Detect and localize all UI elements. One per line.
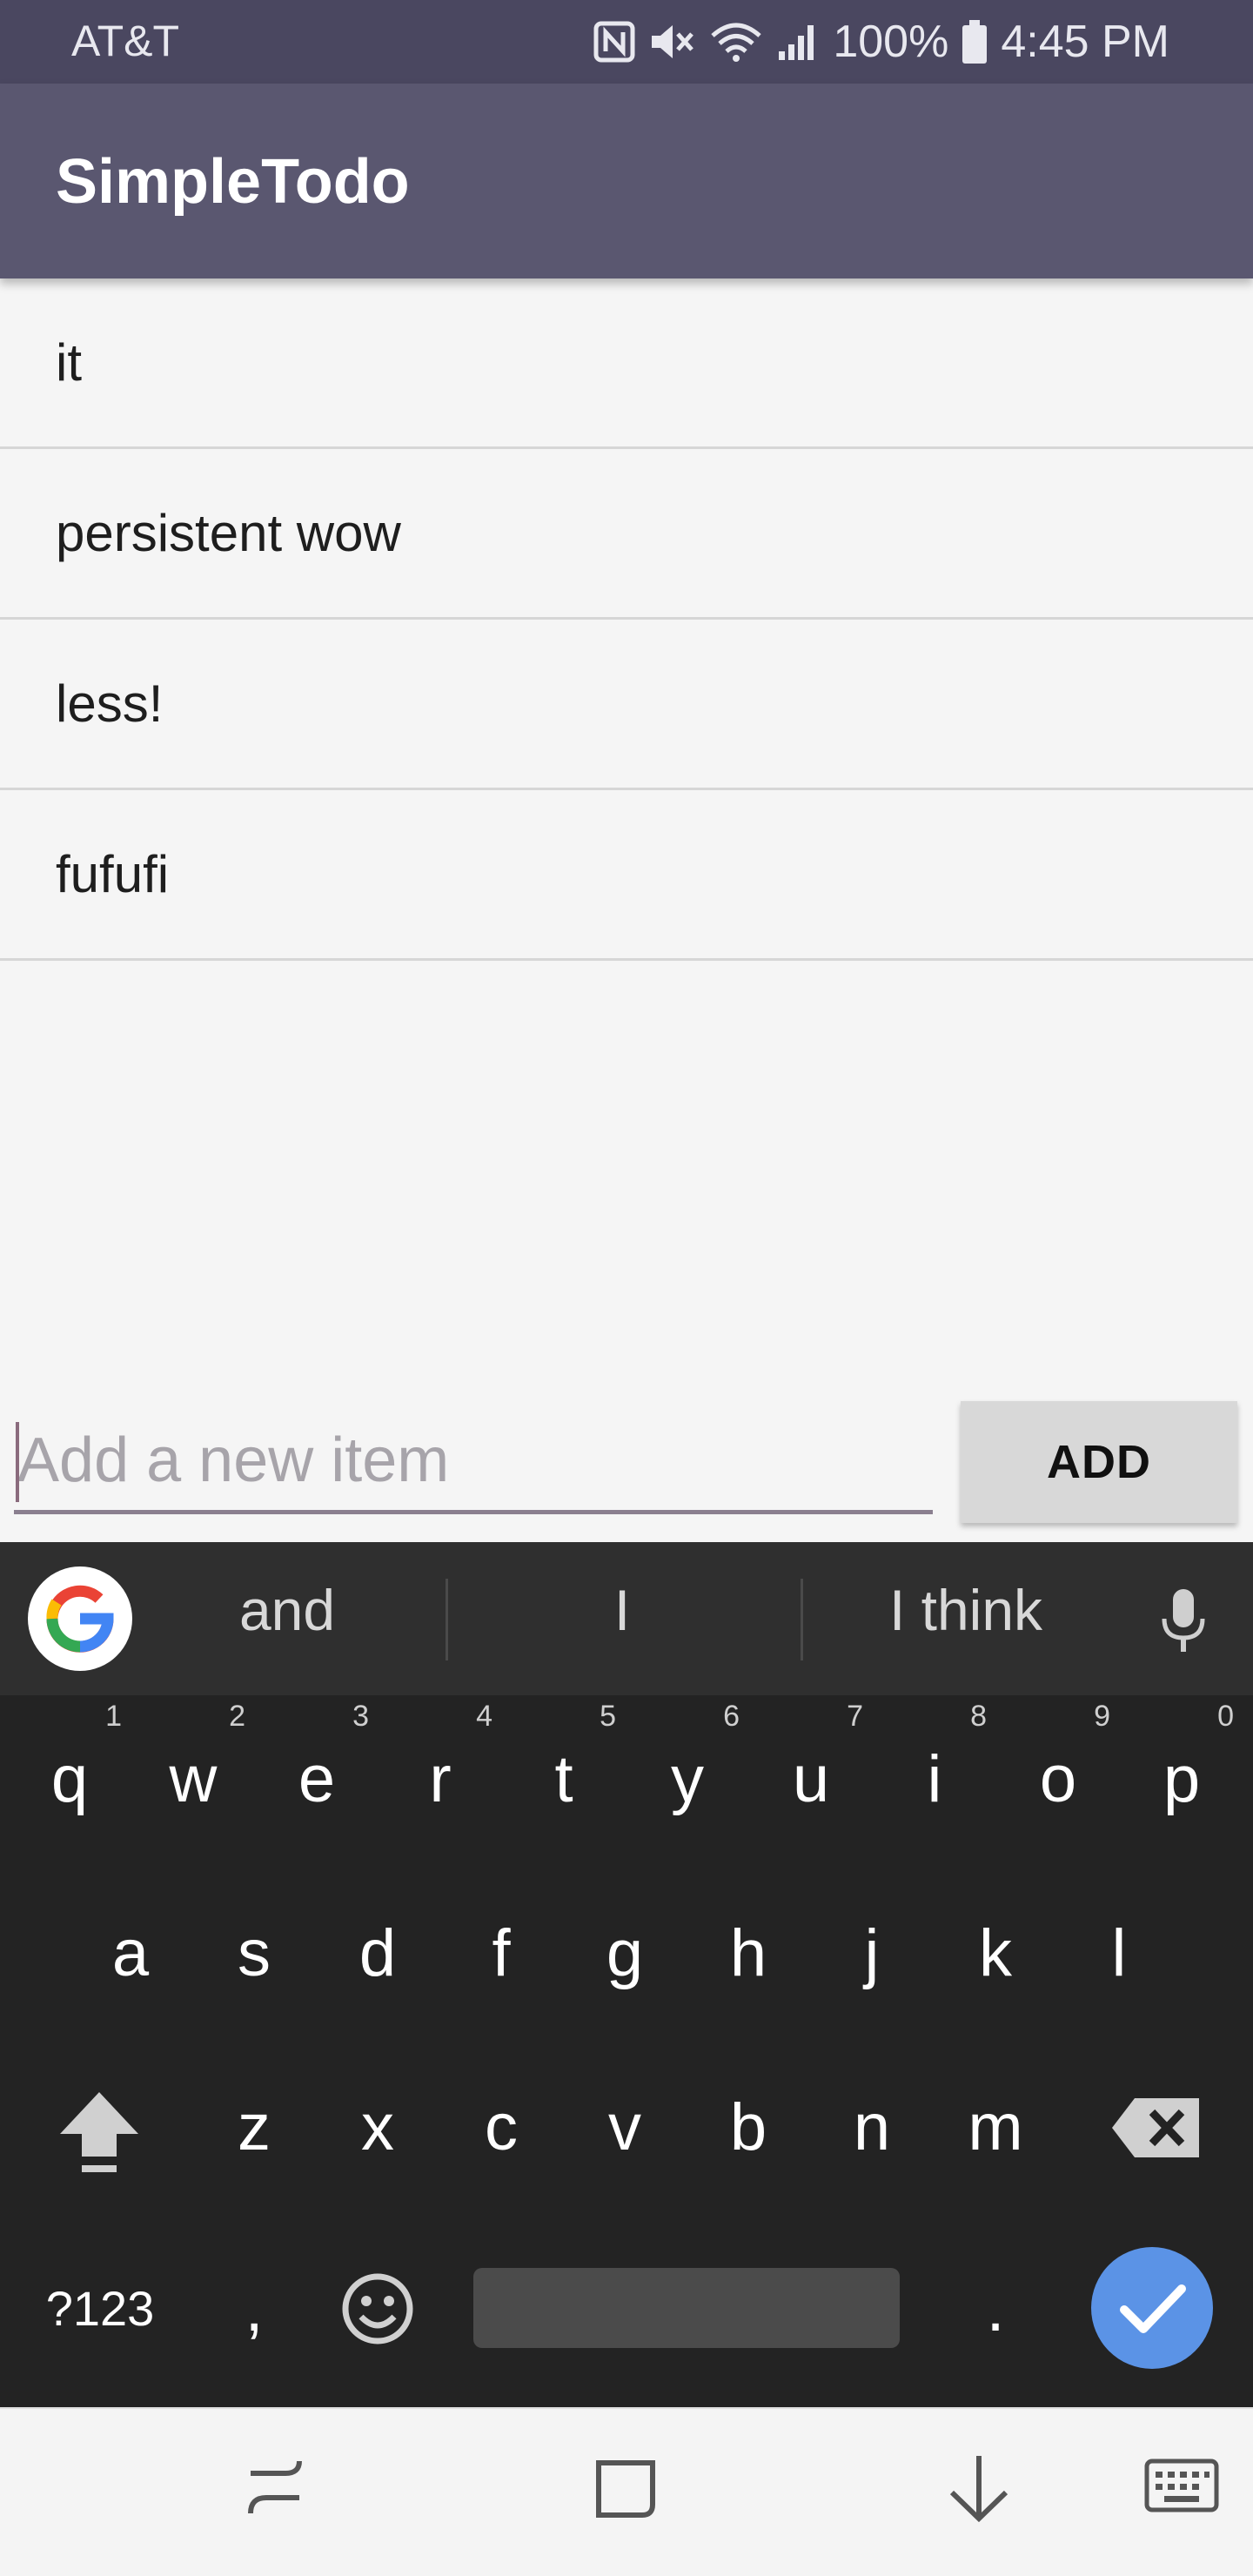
signal-icon bbox=[779, 25, 814, 60]
key-e[interactable]: e3 bbox=[256, 1700, 378, 1845]
key-t[interactable]: t5 bbox=[503, 1700, 625, 1845]
suggestion-divider bbox=[446, 1579, 448, 1660]
clock: 4:45 PM bbox=[1001, 17, 1169, 67]
checkmark-icon bbox=[1120, 2284, 1186, 2333]
list-item[interactable]: less! bbox=[0, 620, 1253, 790]
battery-percent: 100% bbox=[833, 17, 949, 67]
shift-icon bbox=[60, 2092, 138, 2172]
navigation-bar bbox=[0, 2407, 1253, 2576]
key-p[interactable]: p0 bbox=[1121, 1700, 1243, 1845]
todo-list: it persistent wow less! fufufi bbox=[0, 278, 1253, 961]
key-x[interactable]: x bbox=[317, 2063, 439, 2193]
suggestion-3[interactable]: I think bbox=[853, 1577, 1079, 1643]
suggestion-bar: and I I think bbox=[0, 1542, 1253, 1695]
status-bar: AT&T 100% 4:45 PM bbox=[0, 0, 1253, 84]
key-u[interactable]: u7 bbox=[750, 1700, 872, 1845]
key-q[interactable]: q1 bbox=[9, 1700, 131, 1845]
carrier-name: AT&T bbox=[71, 17, 180, 65]
list-item[interactable]: persistent wow bbox=[0, 449, 1253, 620]
key-r[interactable]: r4 bbox=[379, 1700, 501, 1845]
key-d[interactable]: d bbox=[317, 1888, 439, 2019]
app-bar: SimpleTodo bbox=[0, 84, 1253, 278]
mute-icon bbox=[652, 25, 694, 58]
list-item[interactable]: it bbox=[0, 278, 1253, 449]
key-z[interactable]: z bbox=[193, 2063, 315, 2193]
suggestion-2[interactable]: I bbox=[531, 1577, 714, 1643]
shift-key[interactable] bbox=[38, 2063, 160, 2193]
key-a[interactable]: a bbox=[70, 1888, 191, 2019]
backspace-key[interactable] bbox=[1091, 2063, 1222, 2193]
symbols-key[interactable]: ?123 bbox=[26, 2244, 174, 2374]
key-b[interactable]: b bbox=[687, 2063, 809, 2193]
emoji-key[interactable] bbox=[317, 2244, 439, 2374]
key-s[interactable]: s bbox=[193, 1888, 315, 2019]
suggestion-divider bbox=[801, 1579, 803, 1660]
google-icon[interactable] bbox=[28, 1566, 132, 1671]
text-cursor bbox=[16, 1422, 19, 1502]
new-item-input[interactable] bbox=[14, 1410, 933, 1514]
key-m[interactable]: m bbox=[935, 2063, 1056, 2193]
key-f[interactable]: f bbox=[440, 1888, 562, 2019]
battery-icon bbox=[962, 20, 988, 64]
key-c[interactable]: c bbox=[440, 2063, 562, 2193]
home-icon[interactable] bbox=[586, 2444, 665, 2531]
add-item-row: ADD bbox=[0, 1392, 1253, 1540]
add-button[interactable]: ADD bbox=[961, 1401, 1237, 1523]
key-g[interactable]: g bbox=[564, 1888, 686, 2019]
key-v[interactable]: v bbox=[564, 2063, 686, 2193]
nfc-icon bbox=[593, 21, 635, 63]
back-icon[interactable] bbox=[940, 2444, 1018, 2531]
key-w[interactable]: w2 bbox=[132, 1700, 254, 1845]
key-l[interactable]: l bbox=[1058, 1888, 1180, 2019]
space-bar[interactable] bbox=[473, 2268, 900, 2348]
emoji-icon bbox=[342, 2273, 413, 2345]
period-key[interactable]: . bbox=[935, 2244, 1056, 2374]
key-h[interactable]: h bbox=[687, 1888, 809, 2019]
enter-key[interactable] bbox=[1091, 2247, 1213, 2369]
keyboard-switch-icon[interactable] bbox=[1140, 2444, 1223, 2531]
wifi-icon bbox=[711, 23, 762, 62]
key-o[interactable]: o9 bbox=[997, 1700, 1119, 1845]
key-j[interactable]: j bbox=[811, 1888, 933, 2019]
key-n[interactable]: n bbox=[811, 2063, 933, 2193]
suggestion-1[interactable]: and bbox=[191, 1577, 383, 1643]
list-item[interactable]: fufufi bbox=[0, 790, 1253, 961]
backspace-icon bbox=[1112, 2098, 1199, 2157]
soft-keyboard: and I I think q1 w2 e3 r4 t5 y6 u7 i8 o9… bbox=[0, 1542, 1253, 2407]
key-y[interactable]: y6 bbox=[626, 1700, 748, 1845]
app-title: SimpleTodo bbox=[56, 147, 410, 217]
status-icons: 100% 4:45 PM bbox=[593, 12, 1169, 71]
mic-icon[interactable] bbox=[1157, 1587, 1209, 1657]
recents-icon[interactable] bbox=[237, 2444, 315, 2531]
comma-key[interactable]: , bbox=[193, 2244, 315, 2374]
key-k[interactable]: k bbox=[935, 1888, 1056, 2019]
key-i[interactable]: i8 bbox=[874, 1700, 995, 1845]
